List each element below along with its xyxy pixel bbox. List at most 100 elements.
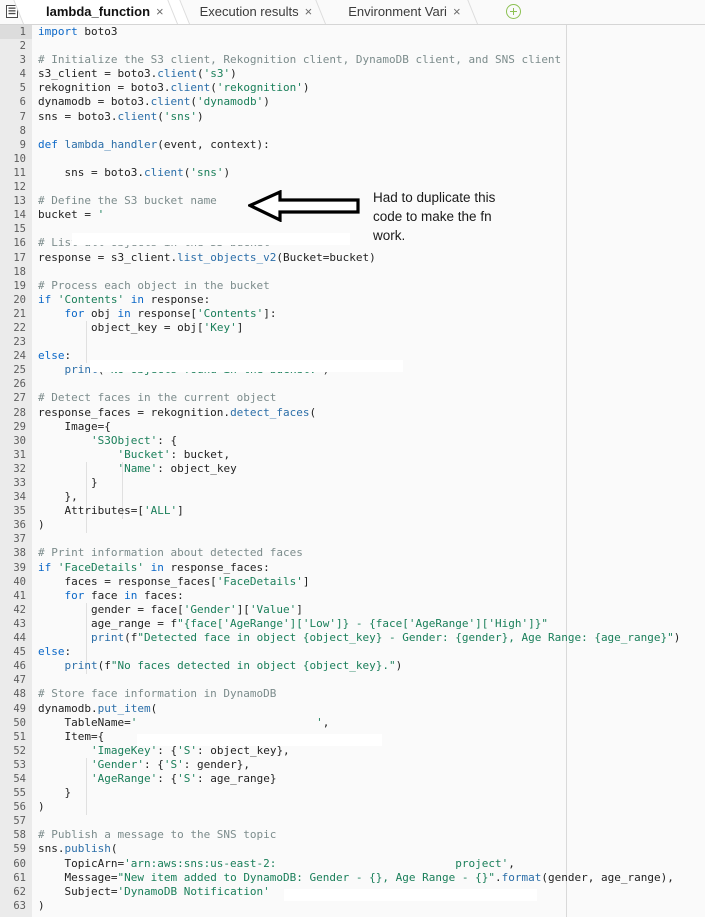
code-line[interactable]: 'S3Object': {: [32, 434, 705, 448]
code-line[interactable]: TableName=' ',: [32, 716, 705, 730]
code-line[interactable]: response = s3_client.list_objects_v2(Buc…: [32, 251, 705, 265]
line-number: 37: [13, 533, 26, 546]
code-token: "No faces detected in object {object_key…: [110, 659, 396, 673]
code-line[interactable]: [32, 814, 705, 828]
code-token: 'dynamodb': [196, 95, 264, 109]
add-tab-button[interactable]: [501, 0, 527, 24]
code-token: print: [64, 659, 98, 673]
code-line[interactable]: # Print information about detected faces: [32, 546, 705, 560]
line-number: 3: [19, 54, 26, 67]
close-icon[interactable]: ×: [156, 5, 164, 18]
code-line[interactable]: [32, 532, 705, 546]
code-line[interactable]: # Store face information in DynamoDB: [32, 687, 705, 701]
code-token: (gender, age_range),: [541, 870, 674, 884]
code-token: },: [38, 490, 78, 504]
code-line[interactable]: [32, 39, 705, 53]
code-token: TableName=: [38, 715, 131, 729]
line-number: 38: [13, 547, 26, 560]
code-line[interactable]: [32, 265, 705, 279]
code-token: Message=: [38, 870, 118, 884]
code-token: print: [90, 631, 125, 645]
code-line[interactable]: print(f"Detected face in object {object_…: [32, 631, 705, 645]
code-token: : {: [157, 433, 178, 447]
code-line[interactable]: if 'FaceDetails' in response_faces:: [32, 561, 705, 575]
code-token: (: [150, 701, 158, 715]
code-line[interactable]: [32, 124, 705, 138]
code-line[interactable]: },: [32, 490, 705, 504]
code-line[interactable]: response_faces = rekognition.detect_face…: [32, 406, 705, 420]
code-line[interactable]: # Process each object in the bucket: [32, 279, 705, 293]
tab-bar: lambda_function × Execution results × En…: [0, 0, 705, 25]
code-line[interactable]: ): [32, 800, 705, 814]
code-line[interactable]: TopicArn='arn:aws:sns:us-east-2: project…: [32, 857, 705, 871]
code-token: "Detected face in object {object_key} - …: [137, 631, 674, 645]
code-line[interactable]: sns = boto3.client('sns'): [32, 166, 705, 180]
code-line[interactable]: import boto3: [32, 25, 705, 39]
code-surface[interactable]: import boto3 # Initialize the S3 client,…: [32, 25, 705, 917]
code-line[interactable]: [32, 180, 705, 194]
code-line[interactable]: age_range = f"{face['AgeRange']['Low']} …: [32, 617, 705, 631]
code-token: "New item added to DynamoDB: Gender - {}…: [117, 870, 495, 884]
code-editor[interactable]: import boto3 # Initialize the S3 client,…: [0, 25, 705, 917]
code-token: client: [143, 165, 184, 179]
code-lines[interactable]: import boto3 # Initialize the S3 client,…: [32, 25, 705, 913]
code-token: (: [157, 109, 164, 123]
code-line[interactable]: gender = face['Gender']['Value']: [32, 603, 705, 617]
line-number: 30: [13, 434, 26, 447]
code-line[interactable]: 'AgeRange': {'S': age_range}: [32, 772, 705, 786]
line-number: 17: [13, 251, 26, 264]
code-line[interactable]: sns = boto3.client('sns'): [32, 110, 705, 124]
code-line[interactable]: }: [32, 786, 705, 800]
code-line[interactable]: bucket = ' ': [32, 208, 705, 222]
left-arrow-icon: [246, 189, 360, 227]
code-token: dynamodb.: [38, 701, 98, 715]
code-line[interactable]: # Detect faces in the current object: [32, 391, 705, 405]
code-token: :: [64, 645, 72, 659]
code-line[interactable]: print(f"No faces detected in object {obj…: [32, 659, 705, 673]
code-token: sns.: [38, 842, 65, 856]
code-line[interactable]: faces = response_faces['FaceDetails']: [32, 575, 705, 589]
code-token: 'S3Object': [90, 433, 158, 447]
code-line[interactable]: [32, 335, 705, 349]
code-line[interactable]: ): [32, 518, 705, 532]
code-token: # Define the S3 bucket name: [38, 194, 217, 208]
code-line[interactable]: Image={: [32, 420, 705, 434]
line-number: 10: [13, 152, 26, 165]
code-line[interactable]: 'Gender': {'S': gender},: [32, 758, 705, 772]
line-number: 27: [13, 392, 26, 405]
code-line[interactable]: s3_client = boto3.client('s3'): [32, 67, 705, 81]
code-line[interactable]: dynamodb.put_item(: [32, 702, 705, 716]
code-token: 's3': [203, 67, 231, 81]
code-line[interactable]: # Publish a message to the SNS topic: [32, 828, 705, 842]
code-line[interactable]: if 'Contents' in response:: [32, 293, 705, 307]
code-line[interactable]: Message="New item added to DynamoDB: Gen…: [32, 871, 705, 885]
code-line[interactable]: rekognition = boto3.client('rekognition'…: [32, 81, 705, 95]
code-token: }: [38, 786, 72, 800]
code-token: # Initialize the S3 client, Rekognition …: [38, 53, 562, 67]
tab-lambda-function[interactable]: lambda_function ×: [24, 0, 178, 24]
code-line[interactable]: # Define the S3 bucket name: [32, 194, 705, 208]
code-line[interactable]: else:: [32, 645, 705, 659]
code-line[interactable]: [32, 673, 705, 687]
code-line[interactable]: # Initialize the S3 client, Rekognition …: [32, 53, 705, 67]
close-icon[interactable]: ×: [453, 5, 461, 18]
close-icon[interactable]: ×: [305, 5, 313, 18]
tab-environment-variables[interactable]: Environment Vari ×: [326, 0, 474, 24]
code-line[interactable]: 'Name': object_key: [32, 462, 705, 476]
code-line[interactable]: sns.publish(: [32, 842, 705, 856]
code-token: client: [170, 81, 211, 95]
code-line[interactable]: [32, 152, 705, 166]
tab-execution-results[interactable]: Execution results ×: [178, 0, 327, 24]
line-number: 57: [13, 815, 26, 828]
code-line[interactable]: dynamodb = boto3.client('dynamodb'): [32, 95, 705, 109]
code-line[interactable]: for obj in response['Contents']:: [32, 307, 705, 321]
code-token: # Print information about detected faces: [38, 546, 303, 560]
code-line[interactable]: object_key = obj['Key']: [32, 321, 705, 335]
code-line[interactable]: def lambda_handler(event, context):: [32, 138, 705, 152]
code-line[interactable]: }: [32, 476, 705, 490]
code-line[interactable]: [32, 377, 705, 391]
code-line[interactable]: Attributes=['ALL']: [32, 504, 705, 518]
code-line[interactable]: for face in faces:: [32, 589, 705, 603]
code-line[interactable]: 'Bucket': bucket,: [32, 448, 705, 462]
